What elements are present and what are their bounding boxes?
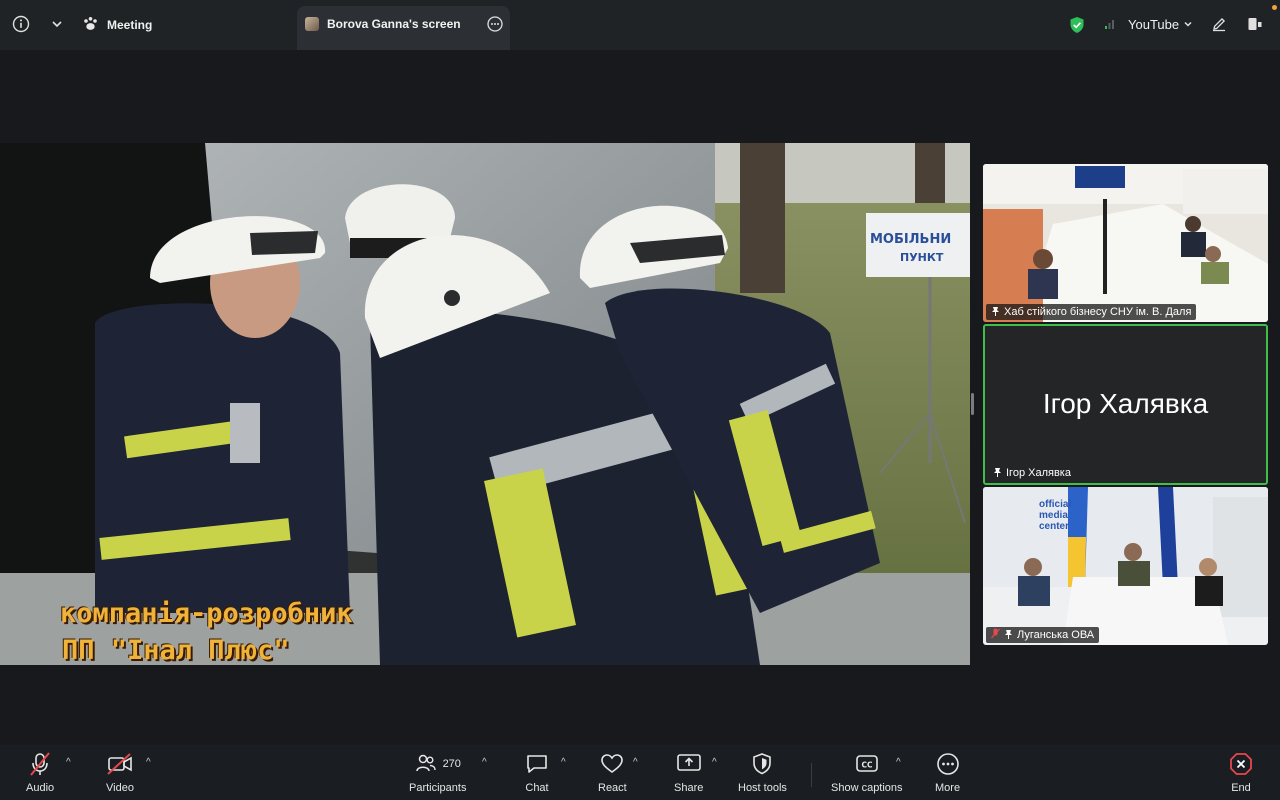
pin-icon bbox=[993, 467, 1002, 480]
participant-tile-3[interactable]: official media center Луганська ОВА bbox=[983, 487, 1268, 645]
info-icon[interactable] bbox=[12, 15, 30, 33]
share-button[interactable]: Share bbox=[674, 751, 703, 794]
shield-check-icon[interactable] bbox=[1069, 16, 1085, 34]
chat-label: Chat bbox=[525, 782, 549, 794]
presenter-avatar bbox=[305, 17, 319, 31]
chevron-down-icon[interactable] bbox=[50, 17, 64, 31]
sign-text-1: МОБІЛЬНИ bbox=[870, 232, 951, 247]
pin-icon bbox=[991, 306, 1000, 319]
react-options-caret[interactable]: ^ bbox=[633, 757, 638, 768]
sign-text-2: ПУНКТ bbox=[900, 251, 944, 264]
wall-logo-text: official media center bbox=[1039, 499, 1072, 532]
participant-video-3 bbox=[983, 487, 1268, 645]
audio-options-caret[interactable]: ^ bbox=[66, 757, 71, 768]
more-button[interactable]: More bbox=[935, 751, 960, 794]
host-tools-label: Host tools bbox=[738, 782, 787, 794]
participant-name-2: Ігор Халявка bbox=[1006, 467, 1071, 479]
layout-panel-icon[interactable] bbox=[1247, 16, 1263, 32]
participants-label: Participants bbox=[409, 782, 467, 794]
react-button[interactable]: React bbox=[598, 751, 627, 794]
paw-icon bbox=[82, 15, 99, 35]
cc-icon: CC bbox=[855, 751, 879, 777]
meeting-label: Meeting bbox=[107, 18, 153, 32]
chat-options-caret[interactable]: ^ bbox=[561, 757, 566, 768]
video-label: Video bbox=[106, 782, 134, 794]
pencil-icon[interactable] bbox=[1211, 16, 1227, 32]
share-tab[interactable]: Borova Ganna's screen bbox=[297, 6, 510, 50]
captions-options-caret[interactable]: ^ bbox=[896, 757, 901, 768]
end-close-icon bbox=[1229, 751, 1253, 777]
chat-bubble-icon bbox=[525, 751, 549, 777]
shared-screen[interactable]: МОБІЛЬНИ ПУНКТ компанія-розробник ПП "Ін… bbox=[0, 143, 970, 665]
mic-muted-icon bbox=[27, 751, 53, 777]
participant-name-3: Луганська ОВА bbox=[1017, 629, 1095, 641]
shared-video-frame: МОБІЛЬНИ ПУНКТ bbox=[0, 143, 970, 665]
panel-resize-handle[interactable] bbox=[971, 393, 974, 415]
captions-label: Show captions bbox=[831, 782, 903, 794]
share-label: Share bbox=[674, 782, 704, 794]
people-icon bbox=[415, 752, 437, 777]
audio-label: Audio bbox=[26, 782, 55, 794]
ellipsis-icon bbox=[936, 751, 960, 777]
more-label: More bbox=[935, 782, 961, 794]
participant-tile-1[interactable]: Хаб стійкого бізнесу СНУ ім. В. Даля bbox=[983, 164, 1268, 322]
video-options-caret[interactable]: ^ bbox=[146, 757, 151, 768]
react-label: React bbox=[598, 782, 627, 794]
chat-button[interactable]: Chat bbox=[525, 751, 549, 794]
camera-off-icon bbox=[106, 751, 134, 777]
svg-text:CC: CC bbox=[861, 761, 873, 770]
share-screen-icon bbox=[676, 751, 702, 777]
share-tab-label: Borova Ganna's screen bbox=[327, 17, 461, 31]
top-bar: Meeting Borova Ganna's screen YouTube bbox=[0, 0, 1280, 50]
participants-count: 270 bbox=[442, 758, 461, 770]
share-options-caret[interactable]: ^ bbox=[712, 757, 717, 768]
host-tools-button[interactable]: Host tools bbox=[738, 751, 787, 794]
end-label: End bbox=[1231, 782, 1251, 794]
video-caption-line2: ПП "Інал Плюс" bbox=[62, 635, 290, 665]
heart-icon bbox=[600, 751, 624, 777]
shield-icon bbox=[751, 751, 773, 777]
youtube-stream-dropdown[interactable]: YouTube bbox=[1128, 17, 1193, 32]
participants-options-caret[interactable]: ^ bbox=[482, 757, 487, 768]
meeting-toolbar: Audio ^ Video ^ 270 Participants ^ Chat … bbox=[0, 745, 1280, 800]
youtube-label: YouTube bbox=[1128, 17, 1180, 32]
participants-button[interactable]: 270 Participants bbox=[409, 751, 466, 794]
more-options-icon[interactable] bbox=[487, 16, 503, 37]
show-captions-button[interactable]: CC Show captions bbox=[831, 751, 903, 794]
participant-label-2: Ігор Халявка bbox=[988, 465, 1076, 481]
video-caption-line1: компанія-розробник bbox=[60, 598, 353, 629]
participant-label-3: Луганська ОВА bbox=[986, 627, 1100, 643]
participant-video-1 bbox=[983, 164, 1268, 322]
chevron-down-icon bbox=[1183, 17, 1193, 32]
participant-name-display: Ігор Халявка bbox=[1042, 388, 1209, 419]
pin-icon bbox=[1004, 629, 1013, 642]
participant-tile-2[interactable]: Ігор Халявка Ігор Халявка bbox=[983, 324, 1268, 485]
video-button[interactable]: Video bbox=[106, 751, 134, 794]
participant-name-1: Хаб стійкого бізнесу СНУ ім. В. Даля bbox=[1004, 306, 1192, 318]
meeting-tab[interactable]: Meeting bbox=[82, 15, 152, 35]
muted-mic-icon bbox=[991, 628, 1000, 642]
toolbar-divider bbox=[811, 763, 812, 787]
notification-dot bbox=[1272, 5, 1277, 10]
audio-button[interactable]: Audio bbox=[26, 751, 54, 794]
signal-icon bbox=[1104, 18, 1116, 30]
end-meeting-button[interactable]: End bbox=[1229, 751, 1253, 794]
participant-label-1: Хаб стійкого бізнесу СНУ ім. В. Даля bbox=[986, 304, 1197, 320]
